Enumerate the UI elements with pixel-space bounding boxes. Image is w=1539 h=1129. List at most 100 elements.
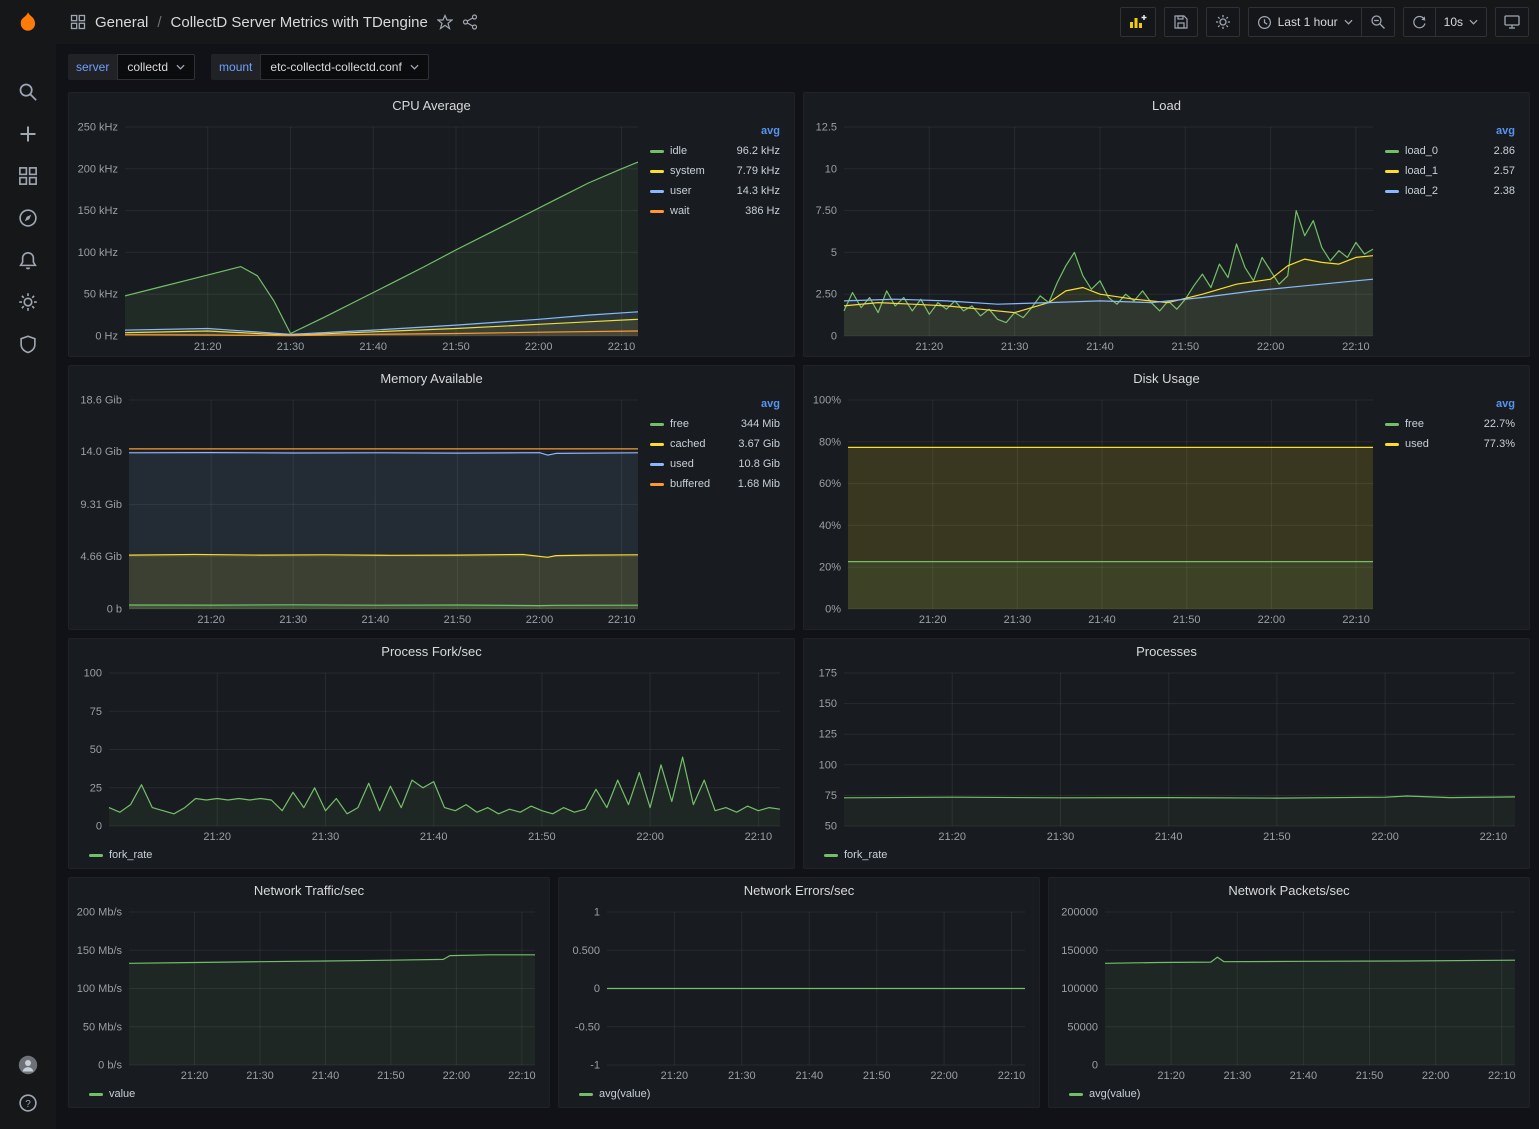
svg-text:21:20: 21:20 [197,614,225,626]
explore-compass-icon[interactable] [18,208,38,228]
configuration-gear-icon[interactable] [18,292,38,312]
legend-color-line [89,854,103,857]
panel-title[interactable]: CPU Average [69,93,794,119]
create-plus-icon[interactable] [18,124,38,144]
dashboards-icon[interactable] [18,166,38,186]
legend-series-name[interactable]: fork_rate [109,849,152,861]
legend-series-name[interactable]: avg(value) [1089,1088,1140,1100]
legend-series-name[interactable]: user [670,185,691,197]
svg-text:0 b/s: 0 b/s [98,1060,122,1072]
legend-series-name[interactable]: cached [670,438,705,450]
svg-text:22:10: 22:10 [998,1070,1026,1082]
clock-icon [1257,15,1272,30]
panel-network-packets: Network Packets/sec 05000010000015000020… [1048,877,1530,1108]
main-area: General / CollectD Server Metrics with T… [56,0,1539,1129]
memory-available-chart[interactable]: 0 b4.66 Gib9.31 Gib14.0 Gib18.6 Gib21:20… [73,392,648,627]
chevron-down-icon [1469,19,1478,25]
panel-title[interactable]: Network Errors/sec [559,878,1039,904]
dashboard-title[interactable]: CollectD Server Metrics with TDengine [171,14,428,31]
legend-avg-header[interactable]: avg [1383,123,1517,141]
legend-color-line [650,210,664,213]
cycle-view-mode-button[interactable] [1495,7,1529,37]
panel-title[interactable]: Memory Available [69,366,794,392]
panel-title[interactable]: Processes [804,639,1529,665]
favorite-star-icon[interactable] [437,14,453,30]
refresh-button[interactable] [1403,7,1435,37]
grafana-logo-icon[interactable] [15,10,41,36]
svg-text:0.500: 0.500 [572,945,600,957]
svg-text:22:10: 22:10 [1488,1070,1516,1082]
refresh-interval-picker[interactable]: 10s [1435,7,1487,37]
svg-text:21:50: 21:50 [863,1070,891,1082]
legend-color-line [650,463,664,466]
legend-series-name[interactable]: load_0 [1405,145,1438,157]
svg-text:21:30: 21:30 [1004,614,1032,626]
legend-series-name[interactable]: system [670,165,705,177]
breadcrumb-folder[interactable]: General [95,14,148,31]
legend-item: wait386 Hz [648,201,782,221]
breadcrumb: General / CollectD Server Metrics with T… [70,14,478,31]
process-fork-chart[interactable]: 025507510021:2021:3021:4021:5022:0022:10 [73,665,790,844]
panel-title[interactable]: Process Fork/sec [69,639,794,665]
legend-series-name[interactable]: fork_rate [844,849,887,861]
search-icon[interactable] [18,82,38,102]
legend-series-name[interactable]: load_1 [1405,165,1438,177]
share-icon[interactable] [462,14,478,30]
svg-text:100 kHz: 100 kHz [78,247,118,259]
time-range-picker[interactable]: Last 1 hour [1248,7,1361,37]
add-panel-icon [1129,14,1147,30]
network-packets-chart[interactable]: 05000010000015000020000021:2021:3021:402… [1053,904,1525,1083]
svg-text:7.50: 7.50 [816,205,837,217]
disk-usage-chart[interactable]: 0%20%40%60%80%100%21:2021:3021:4021:5022… [808,392,1383,627]
legend-series-value: 14.3 kHz [737,185,780,197]
panel-title[interactable]: Network Packets/sec [1049,878,1529,904]
panel-title[interactable]: Disk Usage [804,366,1529,392]
cpu-average-chart[interactable]: 0 Hz50 kHz100 kHz150 kHz200 kHz250 kHz21… [73,119,648,354]
legend-series-name[interactable]: load_2 [1405,185,1438,197]
save-dashboard-button[interactable] [1164,7,1198,37]
legend-series-value: 2.86 [1494,145,1515,157]
svg-text:0 Hz: 0 Hz [95,331,118,343]
panel-title[interactable]: Load [804,93,1529,119]
legend-series-name[interactable]: free [1405,418,1424,430]
legend-color-line [650,483,664,486]
svg-text:21:40: 21:40 [420,831,448,843]
svg-text:80%: 80% [819,436,841,448]
network-errors-chart[interactable]: -1-0.5000.500121:2021:3021:4021:5022:002… [563,904,1035,1083]
legend-series-name[interactable]: avg(value) [599,1088,650,1100]
svg-text:21:20: 21:20 [1157,1070,1185,1082]
alerting-bell-icon[interactable] [18,250,38,270]
server-admin-shield-icon[interactable] [18,334,38,354]
legend-avg-header[interactable]: avg [1383,396,1517,414]
load-chart[interactable]: 02.5057.501012.521:2021:3021:4021:5022:0… [808,119,1383,354]
user-avatar[interactable] [18,1055,38,1075]
legend-series-value: 2.38 [1494,185,1515,197]
legend-series-name[interactable]: idle [670,145,687,157]
svg-text:21:20: 21:20 [181,1070,209,1082]
legend-item: buffered1.68 Mib [648,474,782,494]
legend-series-name[interactable]: used [1405,438,1429,450]
add-panel-button[interactable] [1120,7,1156,37]
legend-series-name[interactable]: value [109,1088,135,1100]
legend-color-line [89,1093,103,1096]
panel-title[interactable]: Network Traffic/sec [69,878,549,904]
legend-series-name[interactable]: used [670,458,694,470]
legend-avg-header[interactable]: avg [648,123,782,141]
svg-text:22:00: 22:00 [1258,614,1286,626]
legend-series-value: 22.7% [1484,418,1515,430]
process-fork-legend: fork_rate [73,844,790,866]
processes-chart[interactable]: 507510012515017521:2021:3021:4021:5022:0… [808,665,1525,844]
dashboard-settings-button[interactable] [1206,7,1240,37]
svg-text:21:40: 21:40 [796,1070,824,1082]
legend-series-name[interactable]: wait [670,205,690,217]
legend-avg-header[interactable]: avg [648,396,782,414]
variable-mount-select[interactable]: etc-collectd-collectd.conf [260,54,428,80]
zoom-out-button[interactable] [1361,7,1395,37]
legend-series-name[interactable]: free [670,418,689,430]
variable-server-select[interactable]: collectd [117,54,195,80]
help-icon[interactable]: ? [18,1093,38,1113]
legend-series-name[interactable]: buffered [670,478,710,490]
svg-text:0 b: 0 b [107,604,122,616]
svg-text:21:30: 21:30 [728,1070,756,1082]
network-traffic-chart[interactable]: 0 b/s50 Mb/s100 Mb/s150 Mb/s200 Mb/s21:2… [73,904,545,1083]
